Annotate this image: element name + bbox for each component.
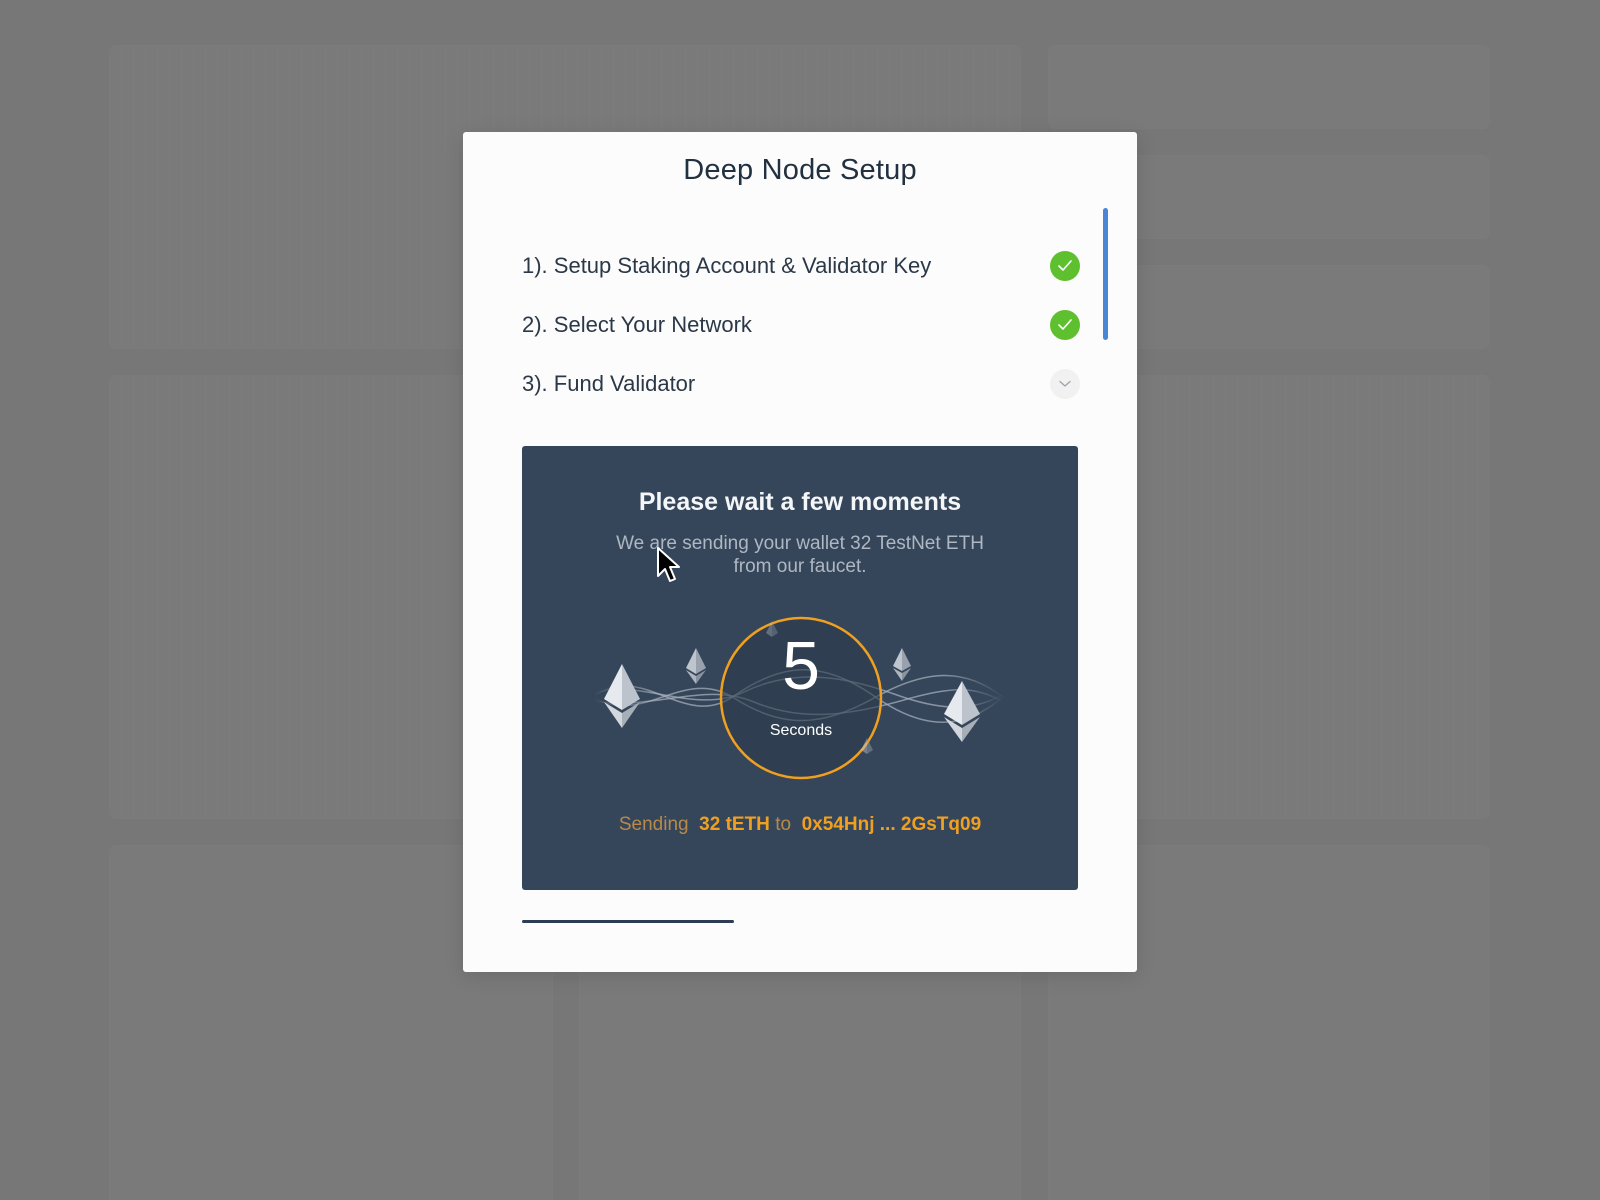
step-label: 3). Fund Validator [522, 370, 696, 396]
faucet-panel: Please wait a few moments We are sending… [522, 446, 1078, 890]
countdown-unit: Seconds [769, 722, 833, 739]
chevron-down-icon[interactable] [1050, 369, 1080, 399]
modal-title: Deep Node Setup [683, 154, 917, 186]
step-fund-validator[interactable]: 3). Fund Validator [522, 354, 1080, 413]
countdown-value: 5 [782, 628, 820, 704]
step-label: 2). Select Your Network [522, 311, 752, 337]
background-card [1049, 46, 1489, 128]
progress-bar [522, 920, 734, 923]
wallet-address: 0x54Hnj ... 2GsTq09 [801, 814, 982, 835]
step-setup-staking-account[interactable]: 1). Setup Staking Account & Validator Ke… [522, 236, 1080, 295]
modal-scrollbar[interactable] [1103, 208, 1108, 340]
step-select-network[interactable]: 2). Select Your Network [522, 295, 1080, 354]
sending-amount: 32 tETH [699, 814, 770, 835]
sending-status: Sending 32 tETH to 0x54Hnj ... 2GsTq09 [522, 814, 1078, 836]
setup-steps-list: 1). Setup Staking Account & Validator Ke… [522, 236, 1080, 413]
mouse-cursor-icon [657, 547, 680, 582]
check-icon [1050, 310, 1080, 340]
ethereum-icon [604, 664, 640, 728]
sending-prefix: Sending [618, 814, 689, 835]
faucet-title: Please wait a few moments [638, 488, 962, 516]
sending-to: to [775, 814, 792, 835]
check-icon [1050, 251, 1080, 281]
step-label: 1). Setup Staking Account & Validator Ke… [522, 252, 932, 278]
ethereum-icon [686, 648, 706, 684]
setup-modal: Deep Node Setup 1). Setup Staking Accoun… [463, 132, 1137, 972]
ethereum-icon [893, 648, 911, 681]
